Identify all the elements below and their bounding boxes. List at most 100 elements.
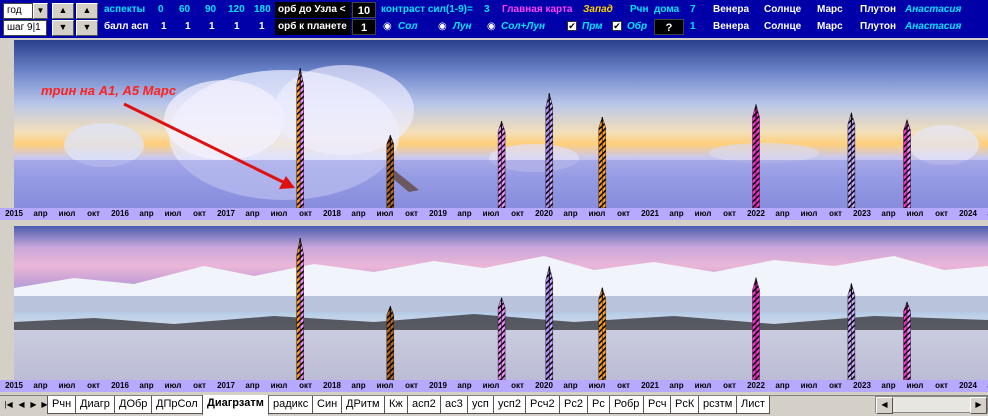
radio-icon[interactable]: ◉ — [383, 21, 392, 32]
axis-tick-label: июл — [58, 381, 76, 390]
diagram-bar — [390, 135, 395, 208]
planet-mars-2[interactable]: Марс — [817, 19, 843, 35]
arrow-up-icon: ▲ — [58, 5, 68, 15]
scroll-left-button[interactable]: ◀ — [876, 397, 893, 414]
person-name-1[interactable]: Анастасия — [905, 2, 961, 18]
next-sheet-icon[interactable]: ▶ — [28, 398, 39, 412]
axis-tick-label: окт — [829, 381, 842, 390]
contrast-value[interactable]: 3 — [484, 2, 490, 18]
sheet-tab[interactable]: Рсч — [643, 396, 672, 414]
sol-label[interactable]: Сол — [398, 19, 418, 35]
axis-tick-label: апр — [245, 381, 260, 390]
axis-tick-label: окт — [299, 209, 312, 218]
prm-checkbox[interactable]: ✔ — [567, 21, 577, 31]
radio-icon[interactable]: ◉ — [438, 21, 447, 32]
ball-value-2[interactable]: 1 — [185, 19, 191, 35]
axis-tick-label: апр — [881, 209, 896, 218]
sheet-tab[interactable]: Рс — [587, 396, 610, 414]
horizontal-scrollbar[interactable]: ◀ ▶ — [875, 396, 988, 414]
diagram-bar — [851, 112, 856, 208]
chevron-down-icon: ▼ — [36, 6, 45, 15]
orb-node-input[interactable]: 10 — [352, 2, 376, 18]
planet-pluto-2[interactable]: Плутон — [860, 19, 896, 35]
period-dropdown-button[interactable]: ▼ — [33, 3, 48, 19]
lun-label[interactable]: Лун — [453, 19, 472, 35]
axis-tick-label: 2015 — [5, 381, 23, 390]
count-value[interactable]: 1 — [690, 19, 696, 35]
ball-value-4[interactable]: 1 — [234, 19, 240, 35]
sheet-tab[interactable]: ас3 — [440, 396, 468, 414]
axis-tick-label: июл — [164, 381, 182, 390]
planet-venus-1[interactable]: Венера — [713, 2, 749, 18]
axis-tick-label: июл — [800, 381, 818, 390]
spin-up-button[interactable]: ▲ — [52, 3, 74, 19]
sheet-tab[interactable]: Рчн — [47, 396, 77, 414]
axis-tick-label: апр — [139, 381, 154, 390]
axis-tick-label: апр — [775, 209, 790, 218]
aspect-180[interactable]: 180 — [254, 2, 271, 18]
ball-value-1[interactable]: 1 — [161, 19, 167, 35]
sheet-tab[interactable]: Рс2 — [559, 396, 588, 414]
axis-tick-label: июл — [694, 381, 712, 390]
sheet-tab[interactable]: радикс — [268, 396, 314, 414]
axis-tick-label: окт — [935, 381, 948, 390]
spin-down-button[interactable]: ▼ — [52, 20, 74, 36]
sheet-tab[interactable]: Диагр — [75, 396, 115, 414]
aspect-120[interactable]: 120 — [228, 2, 245, 18]
obr-checkbox[interactable]: ✔ — [612, 21, 622, 31]
first-sheet-icon[interactable]: |◀ — [3, 398, 14, 412]
ball-value-3[interactable]: 1 — [209, 19, 215, 35]
step-select[interactable]: шаг 9|1 — [3, 20, 47, 36]
west-label[interactable]: Запад — [583, 2, 613, 18]
sheet-tab[interactable]: Рсч2 — [525, 396, 560, 414]
orb-planet-label: орб к планете — [275, 19, 351, 35]
planet-sun-1[interactable]: Солнце — [764, 2, 801, 18]
axis-tick-label: 2020 — [535, 209, 553, 218]
sol-lun-label[interactable]: Сол+Лун — [501, 19, 545, 35]
person-name-2[interactable]: Анастасия — [905, 19, 961, 35]
sheet-tab[interactable]: Кж — [384, 396, 408, 414]
sheet-tab[interactable]: РсК — [670, 396, 700, 414]
planet-mars-1[interactable]: Марс — [817, 2, 843, 18]
diagram-bar — [545, 266, 550, 380]
axis-tick-label: апр — [457, 209, 472, 218]
help-button[interactable]: ? — [654, 19, 684, 35]
bar-layer-bottom — [296, 237, 911, 380]
diagram-bar — [847, 283, 852, 380]
check-icon: ✔ — [613, 21, 621, 31]
main-chart-label[interactable]: Главная карта — [502, 2, 572, 18]
aspect-0[interactable]: 0 — [158, 2, 164, 18]
period-select[interactable]: год — [3, 3, 33, 19]
sheet-tab[interactable]: Син — [312, 396, 343, 414]
aspect-90[interactable]: 90 — [205, 2, 216, 18]
planet-venus-2[interactable]: Венера — [713, 19, 749, 35]
sheet-tab[interactable]: ДРитм — [341, 396, 385, 414]
axis-tick-label: 2021 — [641, 381, 659, 390]
houses-value[interactable]: 7 — [690, 2, 696, 18]
sheet-tab[interactable]: усп2 — [493, 396, 526, 414]
ball-value-5[interactable]: 1 — [259, 19, 265, 35]
sheet-tab[interactable]: ДОбр — [114, 396, 153, 414]
diagram-bar — [386, 306, 391, 380]
axis-tick-label: апр — [881, 381, 896, 390]
aspect-60[interactable]: 60 — [179, 2, 190, 18]
diagram-bar — [545, 93, 550, 208]
sheet-tab[interactable]: асп2 — [407, 396, 441, 414]
sheet-tab[interactable]: Лист — [736, 396, 770, 414]
spin-down-button-2[interactable]: ▼ — [76, 20, 98, 36]
rch-label[interactable]: Рчн — [630, 2, 649, 18]
diagram-bar — [903, 301, 908, 380]
radio-selected-icon[interactable]: ◉ — [487, 21, 496, 32]
prev-sheet-icon[interactable]: ◀ — [16, 398, 27, 412]
sheet-tab[interactable]: усп — [467, 396, 494, 414]
sheet-tab[interactable]: ДПрСол — [151, 396, 203, 414]
sheet-tab[interactable]: Робр — [609, 396, 645, 414]
sheet-tab[interactable]: рсзтм — [698, 396, 738, 414]
spin-up-button-2[interactable]: ▲ — [76, 3, 98, 19]
sheet-tab[interactable]: Диагрзатм — [202, 395, 269, 416]
orb-planet-input[interactable]: 1 — [352, 19, 376, 35]
planet-pluto-1[interactable]: Плутон — [860, 2, 896, 18]
planet-sun-2[interactable]: Солнце — [764, 19, 801, 35]
axis-tick-label: 2024 — [959, 209, 977, 218]
scroll-right-button[interactable]: ▶ — [970, 397, 987, 414]
